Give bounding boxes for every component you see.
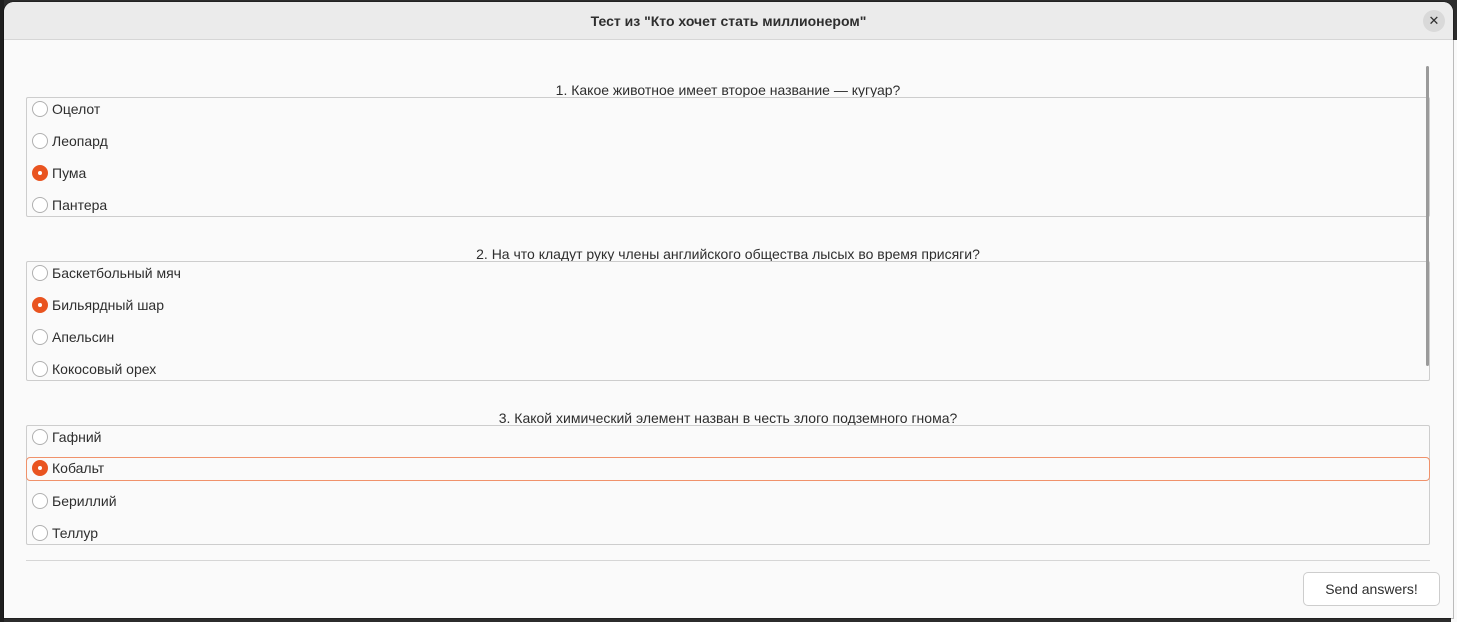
option-label: Бильярдный шар	[52, 297, 164, 313]
option[interactable]: Бериллий	[27, 490, 1429, 514]
option-label: Кобальт	[52, 460, 105, 476]
radio-button[interactable]	[32, 297, 48, 313]
option-label: Пантера	[52, 197, 108, 213]
option[interactable]: Теллур	[27, 522, 1429, 546]
radio-button[interactable]	[32, 197, 48, 213]
option-label: Гафний	[52, 429, 102, 445]
scrollbar[interactable]	[1426, 66, 1429, 366]
options-group: Баскетбольный мяч Бильярдный шар Апельси…	[26, 261, 1430, 381]
quiz-window: Тест из "Кто хочет стать миллионером" ✕ …	[4, 2, 1453, 618]
radio-button[interactable]	[32, 361, 48, 377]
divider	[26, 560, 1430, 561]
radio-button[interactable]	[32, 101, 48, 117]
option-label: Леопард	[52, 133, 108, 149]
option[interactable]: Пума	[27, 162, 1429, 186]
option[interactable]: Кокосовый орех	[27, 358, 1429, 382]
option-label: Апельсин	[52, 329, 115, 345]
option-label: Бериллий	[52, 493, 117, 509]
radio-button[interactable]	[32, 165, 48, 181]
option[interactable]: Кобальт	[26, 457, 1430, 481]
option[interactable]: Баскетбольный мяч	[27, 262, 1429, 286]
titlebar: Тест из "Кто хочет стать миллионером" ✕	[4, 2, 1453, 40]
radio-button[interactable]	[32, 493, 48, 509]
option[interactable]: Оцелот	[27, 98, 1429, 122]
radio-button[interactable]	[32, 133, 48, 149]
option-label: Кокосовый орех	[52, 361, 157, 377]
questions-area: 1. Какое животное имеет второе название …	[4, 41, 1453, 561]
option-label: Оцелот	[52, 101, 101, 117]
option-label: Баскетбольный мяч	[52, 265, 181, 281]
option[interactable]: Бильярдный шар	[27, 294, 1429, 318]
close-button[interactable]: ✕	[1423, 10, 1445, 32]
options-group: Оцелот Леопард Пума Пантера	[26, 97, 1430, 217]
option-label: Пума	[52, 165, 87, 181]
option[interactable]: Гафний	[27, 426, 1429, 450]
option[interactable]: Пантера	[27, 194, 1429, 218]
radio-button[interactable]	[32, 429, 48, 445]
send-answers-button[interactable]: Send answers!	[1303, 572, 1440, 606]
option[interactable]: Апельсин	[27, 326, 1429, 350]
option[interactable]: Леопард	[27, 130, 1429, 154]
options-group: Гафний Кобальт Бериллий Теллур	[26, 425, 1430, 545]
close-icon: ✕	[1428, 13, 1440, 28]
option-label: Теллур	[52, 525, 99, 541]
radio-button[interactable]	[32, 329, 48, 345]
radio-button[interactable]	[32, 265, 48, 281]
radio-button[interactable]	[32, 525, 48, 541]
radio-button[interactable]	[32, 460, 48, 476]
window-title: Тест из "Кто хочет стать миллионером"	[590, 13, 867, 29]
